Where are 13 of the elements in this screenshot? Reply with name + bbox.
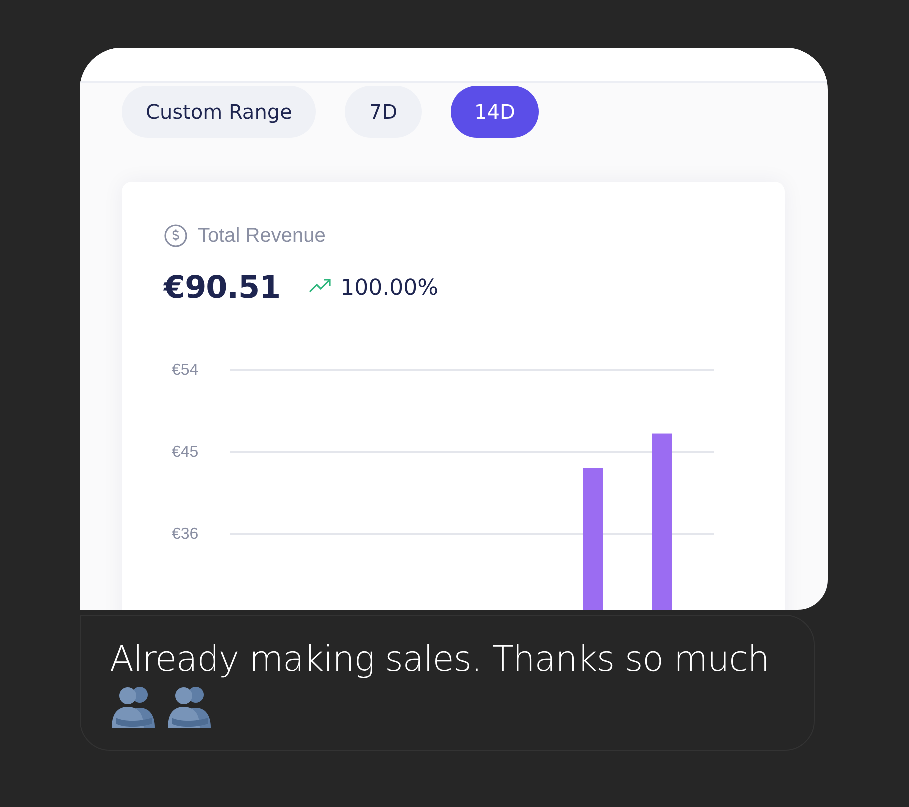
- message-text: Already making sales. Thanks so much: [110, 640, 770, 680]
- hugging-people-icon: [110, 684, 158, 730]
- hugging-people-icon: [166, 684, 214, 730]
- axis-label: €45: [172, 444, 199, 461]
- axis-label: €54: [172, 362, 199, 379]
- dollar-icon: [164, 224, 188, 248]
- axis-label: €36: [172, 526, 199, 543]
- revenue-change: 100.00%: [340, 276, 439, 300]
- revenue-value: €90.51: [164, 270, 281, 306]
- range-tab[interactable]: 14D: [450, 86, 540, 138]
- range-tab[interactable]: 7D: [345, 86, 422, 138]
- range-tab[interactable]: Custom Range: [122, 86, 316, 138]
- card-title: Total Revenue: [198, 224, 326, 248]
